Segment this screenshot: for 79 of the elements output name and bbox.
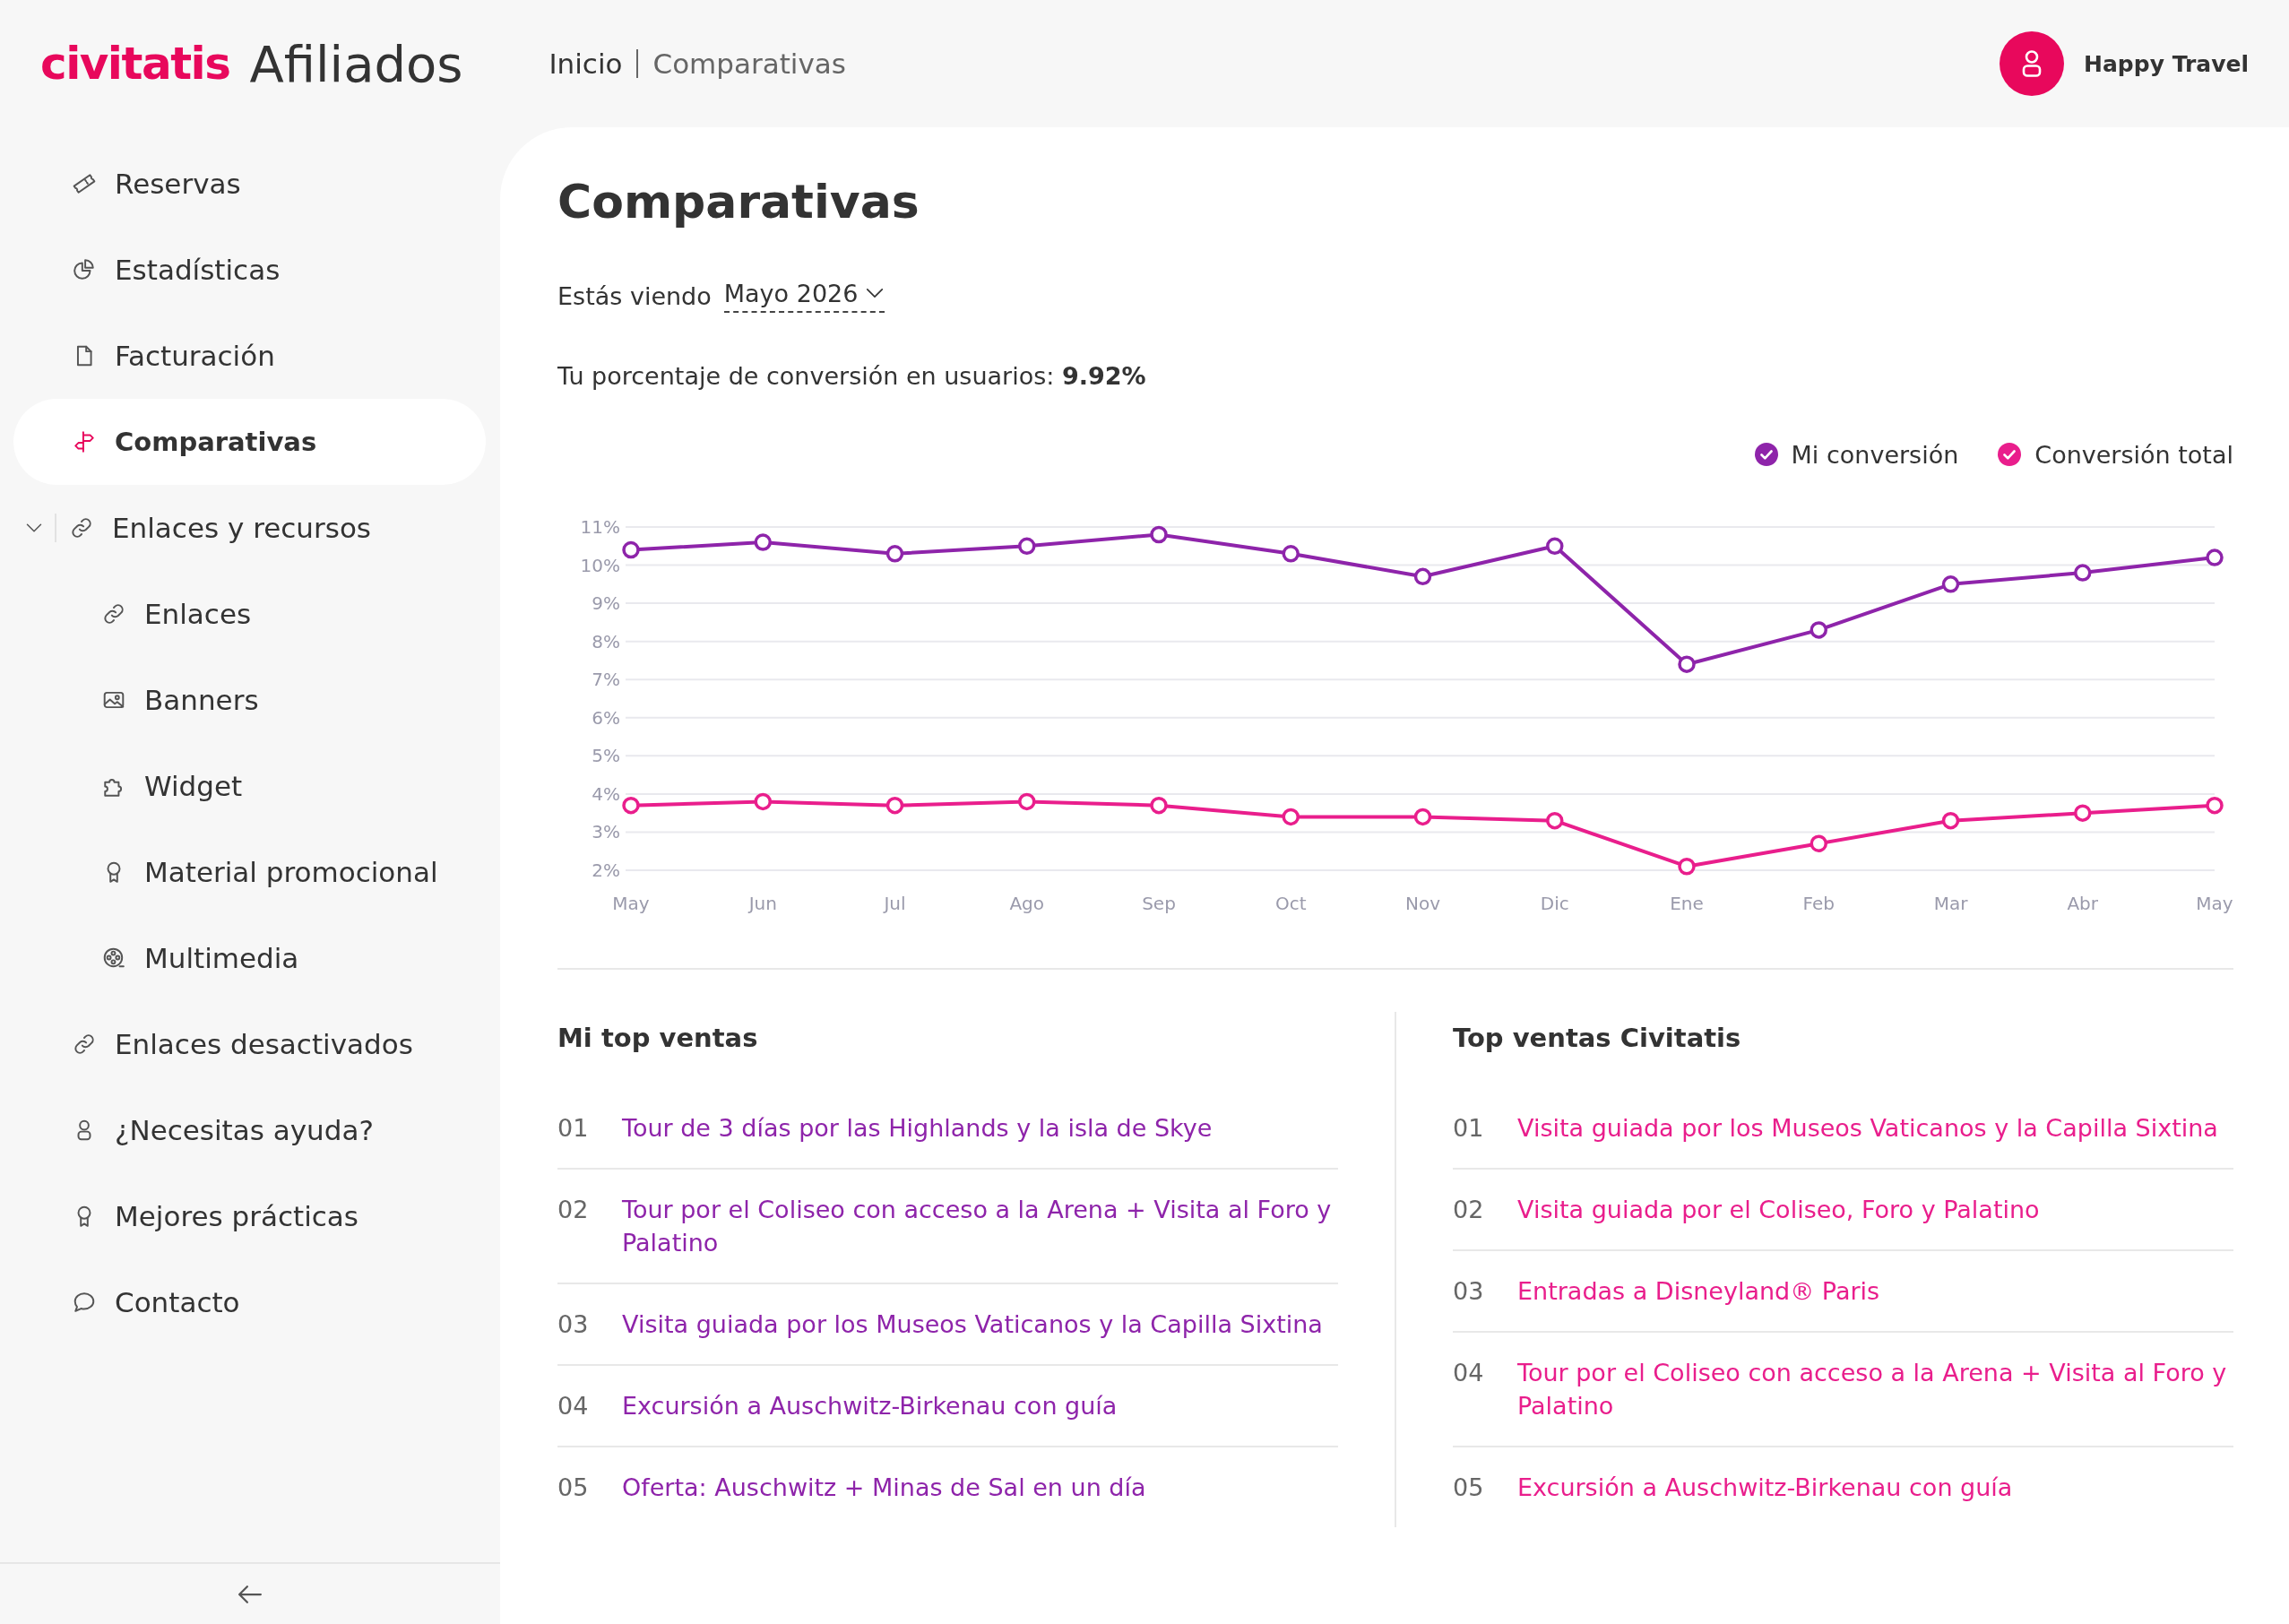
product-link[interactable]: Excursión a Auschwitz-Birkenau con guía [1517,1471,2013,1504]
axis-label: 5% [592,745,620,767]
axis-label: May [2196,893,2233,914]
rank-number: 05 [557,1473,590,1503]
product-link[interactable]: Tour por el Coliseo con acceso a la Arena + Visita al Foro y Palatino [622,1193,1338,1259]
link-icon [70,516,93,540]
sidebar-item[interactable]: Multimedia [13,915,486,1001]
axis-label: Ago [1009,893,1045,914]
axis-label: 9% [592,592,620,615]
sidebar-item[interactable]: Enlaces [13,571,486,657]
axis-label: Oct [1274,893,1307,914]
product-link[interactable]: Excursión a Auschwitz-Birkenau con guía [622,1389,1118,1422]
sidebar-item[interactable]: Material promocional [13,829,486,915]
rank-number: 03 [1453,1276,1485,1307]
axis-label: 8% [592,630,620,652]
rank-number: 03 [557,1309,590,1340]
axis-label: 7% [592,669,620,691]
pie-chart-icon [73,258,96,281]
sidebar-item[interactable]: Contacto [13,1259,486,1345]
rank-number: 01 [1453,1113,1485,1144]
sidebar-item[interactable]: Reservas [13,141,486,227]
ticket-icon [73,172,96,195]
sidebar-item[interactable]: Banners [13,657,486,743]
product-name: Afiliados [249,34,463,93]
list-title: Mi top ventas [557,1022,759,1054]
legend-toggle[interactable]: Mi conversión [1754,440,1959,469]
link-icon [102,602,125,626]
speech-bubble-icon [73,1291,96,1314]
sidebar-item[interactable]: Enlaces y recursos [56,485,486,571]
link-icon [73,1032,96,1056]
rank-number: 02 [1453,1195,1485,1225]
axis-label: Nov [1405,893,1440,914]
conversion-text: Tu porcentaje de conversión en usuarios: 9.92% [557,361,1147,392]
breadcrumb-link[interactable]: Inicio [548,48,623,80]
sidebar-item[interactable]: Mejores prácticas [13,1173,486,1259]
user-menu-button[interactable]: Happy Travel [2000,31,2249,96]
axis-label: 4% [592,782,620,805]
list-title: Top ventas Civitatis [1453,1022,1742,1054]
legend-toggle[interactable]: Conversión total [1998,440,2233,469]
product-link[interactable]: Oferta: Auschwitz + Minas de Sal en un día [622,1471,1146,1504]
sidebar-item[interactable]: Enlaces desactivados [13,1001,486,1087]
sidebar-item[interactable]: Facturación [13,313,486,399]
sidebar-item[interactable]: Estadísticas [13,227,486,313]
axis-label: Sep [1142,893,1176,914]
product-link[interactable]: Visita guiada por el Coliseo, Foro y Palatino [1517,1193,2040,1226]
axis-label: Ene [1670,893,1704,914]
product-link[interactable]: Entradas a Disneyland® Paris [1517,1274,1880,1308]
product-link[interactable]: Visita guiada por los Museos Vaticanos y la Capilla Sixtina [1517,1111,2218,1145]
product-link[interactable]: Tour por el Coliseo con acceso a la Arena + Visita al Foro y Palatino [1517,1356,2233,1422]
axis-label: 3% [592,821,620,843]
axis-label: 11% [580,516,620,538]
axis-label: May [612,893,650,914]
axis-label: Feb [1802,893,1835,914]
axis-label: Jun [748,893,777,914]
axis-label: Mar [1933,893,1968,914]
product-link[interactable]: Visita guiada por los Museos Vaticanos y la Capilla Sixtina [622,1308,1323,1341]
rank-number: 05 [1453,1473,1485,1503]
period-dropdown[interactable]: Mayo 2026 [723,279,885,313]
axis-label: 10% [580,554,620,576]
axis-label: Jul [884,893,906,914]
rank-number: 02 [557,1195,590,1225]
film-reel-icon [102,946,125,970]
page-title: Comparativas [557,174,920,229]
rank-number: 04 [557,1391,590,1421]
user-avatar-icon [2000,31,2065,96]
axis-label: Dic [1540,893,1569,914]
rank-number: 04 [1453,1358,1485,1388]
rank-number: 01 [557,1113,590,1144]
signpost-icon [73,430,96,454]
sidebar-item[interactable]: Widget [13,743,486,829]
product-link[interactable]: Tour de 3 días por las Highlands y la isla de Skye [622,1111,1213,1145]
axis-label: Abr [2067,893,2099,914]
sidebar-item[interactable]: ¿Necesitas ayuda? [13,1087,486,1173]
brand-logo[interactable]: civitatis [40,38,230,90]
axis-label: 2% [592,860,620,881]
sidebar-item[interactable]: Comparativas [13,399,486,485]
period-label: Estás viendo [557,281,712,310]
axis-label: 6% [592,706,620,729]
breadcrumb-current: Comparativas [652,48,846,80]
